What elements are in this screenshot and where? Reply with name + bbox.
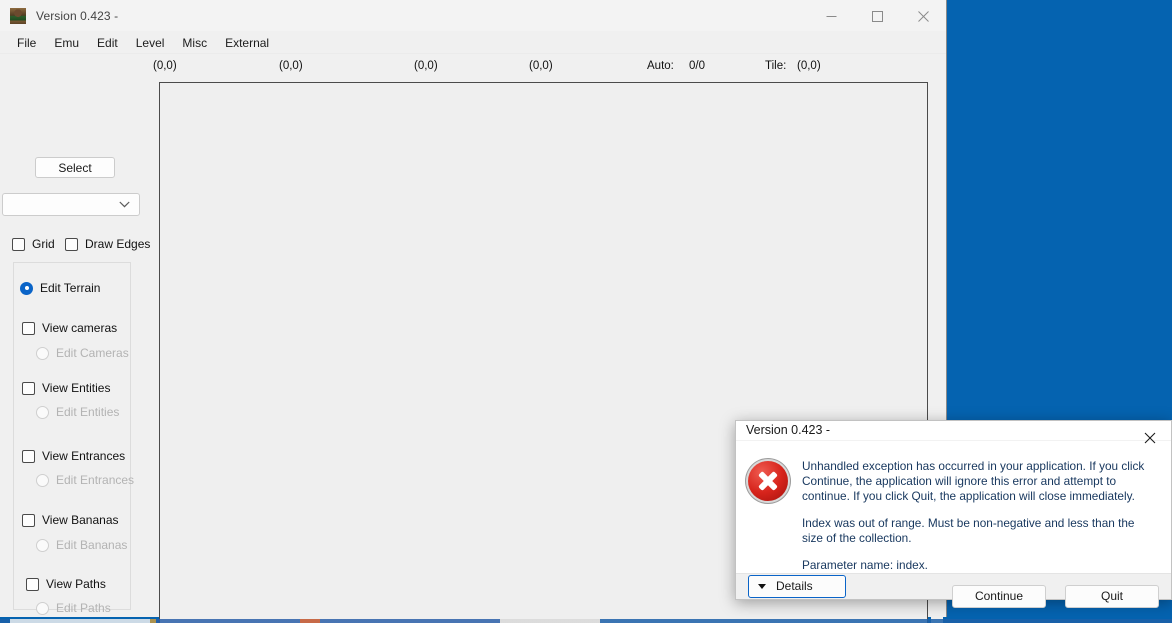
window-title: Version 0.423 -	[36, 9, 118, 23]
menubar: File Emu Edit Level Misc External	[0, 32, 946, 54]
taskbar[interactable]	[0, 619, 1172, 623]
continue-button[interactable]: Continue	[952, 585, 1046, 608]
view-paths-label: View Paths	[46, 577, 106, 591]
error-dialog-titlebar: Version 0.423 -	[736, 421, 1171, 441]
menu-item-edit[interactable]: Edit	[88, 33, 127, 53]
menu-item-emu[interactable]: Emu	[45, 33, 88, 53]
edit-cameras-label: Edit Cameras	[56, 346, 129, 360]
edit-terrain-label: Edit Terrain	[40, 281, 100, 295]
menu-item-level[interactable]: Level	[127, 33, 174, 53]
view-entrances-checkbox[interactable]	[22, 450, 35, 463]
error-dialog-footer: Details Continue Quit	[736, 573, 1171, 599]
error-dialog: Version 0.423 - Unhandled exception has …	[735, 420, 1172, 600]
error-message-block: Unhandled exception has occurred in your…	[794, 455, 1157, 573]
coord-readout-4: (0,0)	[529, 60, 553, 72]
view-entities-checkbox[interactable]	[22, 382, 35, 395]
edit-bananas-label: Edit Bananas	[56, 538, 127, 552]
edit-entrances-radio	[36, 474, 49, 487]
edit-entities-radio	[36, 406, 49, 419]
view-paths-checkbox[interactable]	[26, 578, 39, 591]
window-controls	[808, 0, 946, 32]
edit-cameras-radio	[36, 347, 49, 360]
error-dialog-close-icon[interactable]	[1129, 421, 1171, 454]
chevron-down-icon	[119, 201, 130, 208]
edit-entrances-label: Edit Entrances	[56, 473, 134, 487]
mode-view-entrances[interactable]: View Entrances	[22, 449, 125, 463]
select-button[interactable]: Select	[35, 157, 115, 178]
quit-button[interactable]: Quit	[1065, 585, 1159, 608]
left-tool-panel: Select Grid Draw Edges	[0, 54, 146, 617]
close-icon[interactable]	[900, 0, 946, 32]
tile-value: (0,0)	[797, 60, 821, 72]
mode-edit-entrances: Edit Entrances	[36, 473, 134, 487]
details-button[interactable]: Details	[748, 575, 846, 598]
error-message-detail: Index was out of range. Must be non-nega…	[802, 516, 1157, 546]
draw-edges-checkbox[interactable]	[65, 238, 78, 251]
maximize-icon[interactable]	[854, 0, 900, 32]
edit-bananas-radio	[36, 539, 49, 552]
view-cameras-label: View cameras	[42, 321, 117, 335]
desktop-background: Version 0.423 - File Emu Edit Level Misc…	[0, 0, 1172, 623]
view-entrances-label: View Entrances	[42, 449, 125, 463]
app-sprite-icon	[10, 8, 26, 24]
edit-terrain-radio[interactable]	[20, 282, 33, 295]
error-dialog-title: Version 0.423 -	[746, 423, 830, 437]
grid-checkbox-row[interactable]: Grid	[12, 237, 55, 251]
menu-item-file[interactable]: File	[8, 33, 45, 53]
auto-label: Auto:	[647, 60, 674, 72]
error-message-parameter: Parameter name: index.	[802, 558, 1157, 573]
error-dialog-body: Unhandled exception has occurred in your…	[736, 441, 1171, 573]
tile-label: Tile:	[765, 60, 786, 72]
mode-view-paths[interactable]: View Paths	[26, 577, 106, 591]
minimize-icon[interactable]	[808, 0, 854, 32]
edit-paths-radio	[36, 602, 49, 615]
coordinate-status-bar: (0,0) (0,0) (0,0) (0,0) Auto: 0/0 Tile: …	[140, 60, 940, 82]
menu-item-external[interactable]: External	[216, 33, 278, 53]
grid-label: Grid	[32, 237, 55, 251]
edit-mode-groupbox: Edit Terrain View cameras Edit Cameras V…	[13, 262, 131, 610]
draw-edges-checkbox-row[interactable]: Draw Edges	[65, 237, 150, 251]
edit-paths-label: Edit Paths	[56, 601, 111, 615]
mode-edit-cameras: Edit Cameras	[36, 346, 129, 360]
view-cameras-checkbox[interactable]	[22, 322, 35, 335]
coord-readout-1: (0,0)	[153, 60, 177, 72]
draw-edges-label: Draw Edges	[85, 237, 150, 251]
level-select-dropdown[interactable]	[2, 193, 140, 216]
error-message-primary: Unhandled exception has occurred in your…	[802, 459, 1157, 504]
view-entities-label: View Entities	[42, 381, 110, 395]
mode-view-bananas[interactable]: View Bananas	[22, 513, 119, 527]
mode-edit-entities: Edit Entities	[36, 405, 119, 419]
grid-checkbox[interactable]	[12, 238, 25, 251]
auto-value: 0/0	[689, 60, 705, 72]
error-icon	[748, 455, 794, 573]
triangle-down-icon	[758, 584, 766, 589]
coord-readout-3: (0,0)	[414, 60, 438, 72]
mode-edit-terrain[interactable]: Edit Terrain	[20, 281, 100, 295]
view-bananas-checkbox[interactable]	[22, 514, 35, 527]
coord-readout-2: (0,0)	[279, 60, 303, 72]
window-titlebar: Version 0.423 -	[0, 0, 946, 32]
mode-view-entities[interactable]: View Entities	[22, 381, 110, 395]
menu-item-misc[interactable]: Misc	[173, 33, 216, 53]
mode-edit-bananas: Edit Bananas	[36, 538, 127, 552]
details-button-label: Details	[776, 579, 813, 593]
view-bananas-label: View Bananas	[42, 513, 119, 527]
mode-edit-paths: Edit Paths	[36, 601, 111, 615]
edit-entities-label: Edit Entities	[56, 405, 119, 419]
mode-view-cameras[interactable]: View cameras	[22, 321, 117, 335]
